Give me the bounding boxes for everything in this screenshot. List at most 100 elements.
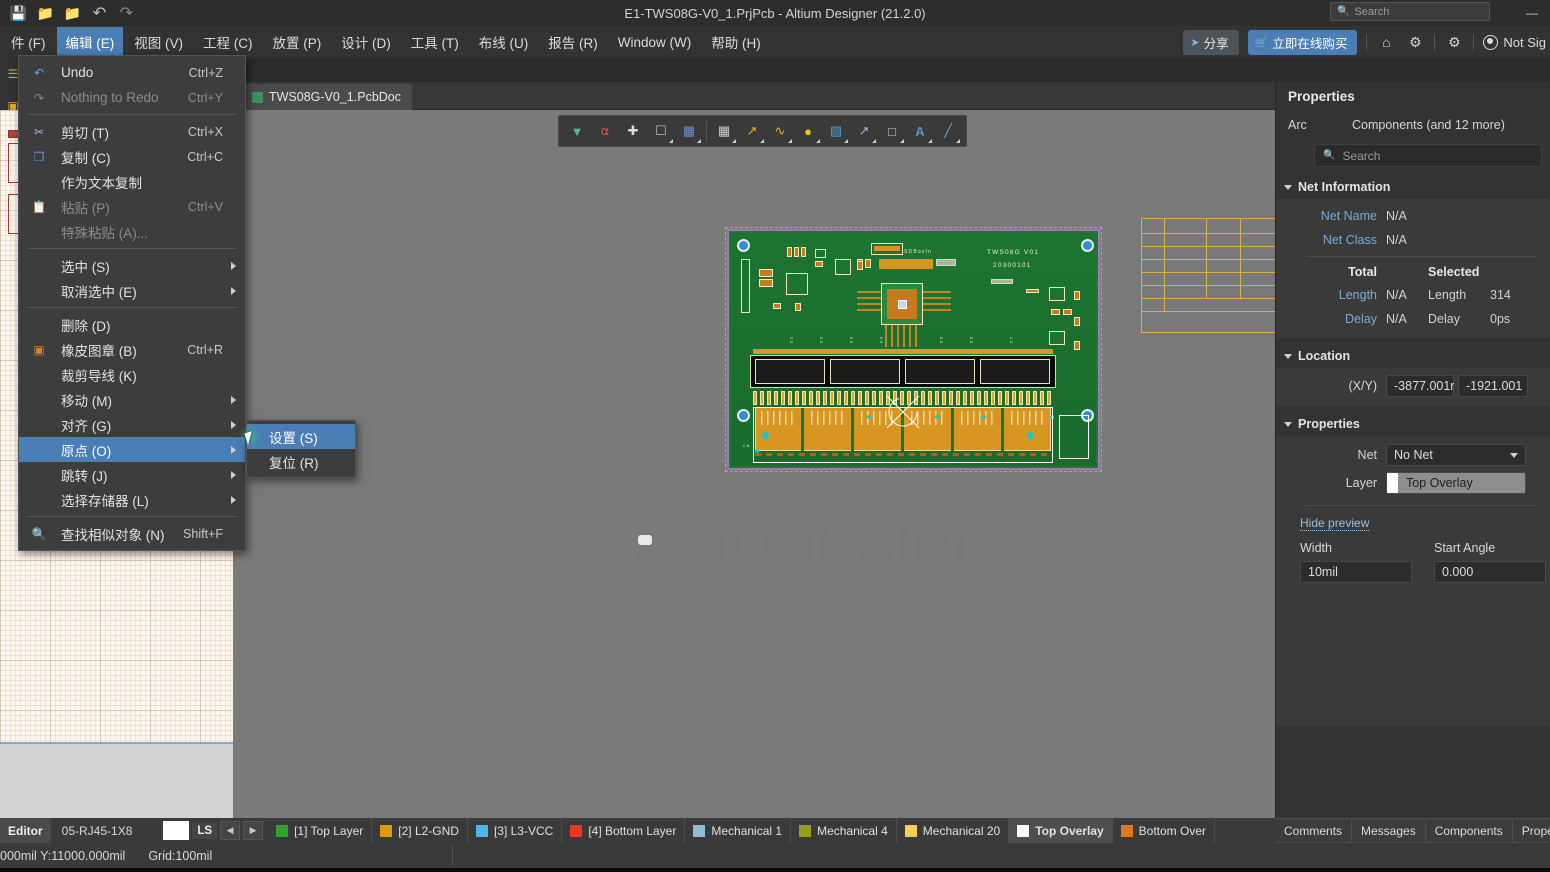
- bottom-panel-tabs: Comments Messages Components Propert: [1275, 818, 1550, 843]
- cart-icon: 🛒: [1254, 36, 1269, 49]
- tab-components[interactable]: Components: [1425, 818, 1513, 843]
- menu-item-select[interactable]: 选中 (S): [19, 253, 245, 278]
- minimize-button[interactable]: —: [1526, 6, 1538, 20]
- document-tab-pcbdoc[interactable]: TWS08G-V0_1.PcbDoc: [244, 84, 412, 110]
- route-trace-icon[interactable]: ↗: [738, 117, 766, 145]
- layer-tab-label: [2] L2-GND: [398, 823, 459, 838]
- tab-properties[interactable]: Propert: [1512, 818, 1550, 843]
- open-project-icon[interactable]: 📁: [64, 5, 81, 22]
- tab-comments[interactable]: Comments: [1275, 818, 1353, 843]
- section-header-location[interactable]: Location: [1276, 344, 1550, 368]
- redo-icon[interactable]: ↷: [118, 5, 135, 22]
- menu-help[interactable]: 帮助 (H): [702, 27, 770, 57]
- edit-menu-dropdown: ↶ Undo Ctrl+Z ↷ Nothing to Redo Ctrl+Y ✂…: [18, 55, 246, 551]
- layer-tab-top-overlay[interactable]: Top Overlay: [1009, 818, 1113, 843]
- bottom-filler: [0, 868, 1550, 872]
- via-icon[interactable]: ●: [794, 117, 822, 145]
- account-button[interactable]: Not Sig: [1483, 34, 1546, 50]
- menu-item-origin[interactable]: 原点 (O): [19, 437, 245, 462]
- prev-layer-icon[interactable]: ◀: [220, 821, 241, 840]
- line-icon[interactable]: ╱: [934, 117, 962, 145]
- layer-tab-bottom-layer[interactable]: [4] Bottom Layer: [562, 818, 686, 843]
- differential-pair-icon[interactable]: ∿: [766, 117, 794, 145]
- menu-file[interactable]: 件 (F): [2, 27, 55, 57]
- menu-item-find-similar-objects[interactable]: 🔍 查找相似对象 (N) Shift+F: [19, 521, 245, 546]
- menu-edit[interactable]: 编辑 (E): [56, 27, 124, 57]
- net-filter-icon[interactable]: ▼: [563, 117, 591, 145]
- crosshair-icon[interactable]: ✚: [619, 117, 647, 145]
- menu-project[interactable]: 工程 (C): [194, 27, 262, 57]
- polygon-pour-icon[interactable]: ▧: [822, 117, 850, 145]
- layer-select[interactable]: Top Overlay: [1386, 472, 1526, 494]
- menu-item-move[interactable]: 移动 (M): [19, 387, 245, 412]
- magnet-icon[interactable]: ⍺: [591, 117, 619, 145]
- layer-color-swatch: [475, 824, 488, 837]
- hide-preview-link[interactable]: Hide preview: [1300, 516, 1370, 531]
- net-name-label: Net Name: [1320, 209, 1377, 223]
- menu-item-memory[interactable]: 选择存储器 (L): [19, 487, 245, 512]
- menu-item-label: 作为文本复制: [61, 175, 142, 191]
- scissors-icon: ✂: [33, 124, 45, 139]
- menu-place[interactable]: 放置 (P): [264, 27, 331, 57]
- menu-item-deselect[interactable]: 取消选中 (E): [19, 278, 245, 303]
- pcb-canvas[interactable]: TencentSim ▼ ⍺ ✚ ☐ ▦ ▦ ↗ ∿ ● ▧ ↗ □ A ╱ T…: [233, 110, 1275, 820]
- menu-reports[interactable]: 报告 (R): [539, 27, 607, 57]
- menu-design[interactable]: 设计 (D): [332, 27, 400, 57]
- net-select[interactable]: No Net: [1386, 444, 1526, 466]
- layer-tab-l3-vcc[interactable]: [3] L3-VCC: [468, 818, 563, 843]
- layer-set-label[interactable]: LS: [192, 822, 218, 839]
- menu-item-jump[interactable]: 跳转 (J): [19, 462, 245, 487]
- layer-tab-mechanical-4[interactable]: Mechanical 4: [791, 818, 897, 843]
- global-search-input[interactable]: 🔍 Search: [1330, 2, 1490, 21]
- schematic-bottom-pane: [0, 742, 233, 820]
- dimension-icon[interactable]: ↗: [850, 117, 878, 145]
- menu-route[interactable]: 布线 (U): [470, 27, 538, 57]
- layer-tab-mechanical-20[interactable]: Mechanical 20: [897, 818, 1010, 843]
- menu-item-copy-as-text[interactable]: 作为文本复制: [19, 169, 245, 194]
- menu-item-copy[interactable]: ❐ 复制 (C) Ctrl+C: [19, 144, 245, 169]
- measure-icon[interactable]: □: [878, 117, 906, 145]
- layer-tab-mechanical-1[interactable]: Mechanical 1: [685, 818, 792, 843]
- layer-tab-bottom-overlay[interactable]: Bottom Over: [1113, 818, 1216, 843]
- text-string-icon[interactable]: A: [906, 117, 934, 145]
- save-icon[interactable]: 💾: [10, 5, 27, 22]
- submenu-item-set-origin[interactable]: 设置 (S): [247, 424, 355, 449]
- menu-item-cut[interactable]: ✂ 剪切 (T) Ctrl+X: [19, 119, 245, 144]
- routing-trace: [909, 325, 911, 347]
- layer-tab-l2-gnd[interactable]: [2] L2-GND: [372, 818, 468, 843]
- menu-item-align[interactable]: 对齐 (G): [19, 412, 245, 437]
- smd-component: [991, 279, 1013, 284]
- location-y-input[interactable]: -1921.001: [1458, 375, 1528, 397]
- menu-tools[interactable]: 工具 (T): [402, 27, 468, 57]
- share-button[interactable]: ➤ 分享: [1183, 29, 1239, 55]
- component-icon[interactable]: ▦: [710, 117, 738, 145]
- menu-view[interactable]: 视图 (V): [125, 27, 192, 57]
- menu-item-delete[interactable]: 删除 (D): [19, 312, 245, 337]
- menu-item-undo[interactable]: ↶ Undo Ctrl+Z: [19, 60, 245, 85]
- menu-item-slice-tracks[interactable]: 裁剪导线 (K): [19, 362, 245, 387]
- undo-icon[interactable]: ↶: [91, 5, 108, 22]
- open-folder-icon[interactable]: 📁: [37, 5, 54, 22]
- location-x-input[interactable]: -3877.001r: [1386, 375, 1454, 397]
- pcb-board[interactable]: TWS08G V01 20300101 SDBoxIn C1 C2 C3 C4 …: [725, 227, 1102, 472]
- width-input[interactable]: 10mil: [1300, 561, 1412, 583]
- menu-window[interactable]: Window (W): [609, 30, 701, 55]
- tab-messages[interactable]: Messages: [1352, 818, 1426, 843]
- layer-tab-top-layer[interactable]: [1] Top Layer: [268, 818, 373, 843]
- layer-stack-icon[interactable]: ▦: [675, 117, 703, 145]
- section-header-properties[interactable]: Properties: [1276, 412, 1550, 436]
- gear-icon[interactable]: ⚙: [1405, 34, 1425, 51]
- section-header-net-information[interactable]: Net Information: [1276, 175, 1550, 199]
- extensions-icon[interactable]: ⚙: [1444, 34, 1464, 51]
- copy-icon: ❐: [33, 149, 45, 164]
- smd-component: [936, 259, 956, 266]
- buy-online-button[interactable]: 🛒 立即在线购买: [1247, 29, 1358, 55]
- start-angle-input[interactable]: 0.000: [1434, 561, 1546, 583]
- select-area-icon[interactable]: ☐: [647, 117, 675, 145]
- next-layer-icon[interactable]: ▶: [243, 821, 264, 840]
- submenu-item-reset-origin[interactable]: 复位 (R): [247, 449, 355, 474]
- properties-search-input[interactable]: 🔍 Search: [1314, 144, 1542, 167]
- home-icon[interactable]: ⌂: [1376, 34, 1396, 50]
- selected-length-value: 314: [1490, 288, 1511, 302]
- menu-item-rubber-stamp[interactable]: ▣ 橡皮图章 (B) Ctrl+R: [19, 337, 245, 362]
